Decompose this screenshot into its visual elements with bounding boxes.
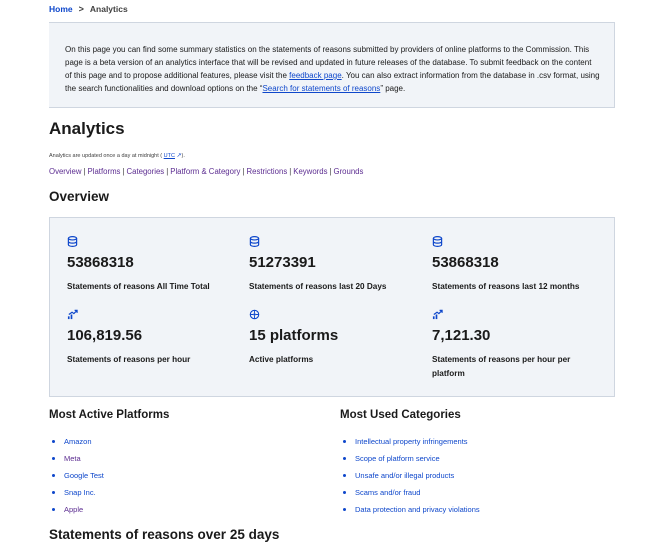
stat-value: 51273391 [249,254,316,271]
list-item: Scams and/or fraud [340,484,480,501]
analytics-nav: Overview | Platforms | Categories | Platform &… [49,167,364,176]
nav-categories[interactable]: Categories [127,167,165,176]
nav-overview[interactable]: Overview [49,167,82,176]
update-note-suffix: ). [181,153,185,159]
network-icon [249,309,260,320]
stat-per-hour-per-platform: 7,121.30 Statements of reasons per hour … [432,309,602,378]
trending-up-icon [432,309,443,320]
category-link-scope[interactable]: Scope of platform service [355,454,440,463]
notice-text-after: ” page. [380,84,406,93]
bullet [343,491,346,494]
overview-heading: Overview [49,189,110,204]
database-icon [249,236,260,247]
list-item: Data protection and privacy violations [340,501,480,518]
most-used-categories-list: Intellectual property infringements Scop… [340,433,480,518]
platform-link-amazon[interactable]: Amazon [64,437,92,446]
bullet [343,457,346,460]
list-item: Snap Inc. [49,484,104,501]
list-item: Google Test [49,467,104,484]
most-used-categories-heading: Most Used Categories [340,409,461,421]
list-item: Meta [49,450,104,467]
breadcrumb: Home > Analytics [49,4,128,14]
bullet [52,508,55,511]
trending-up-icon [67,309,78,320]
stat-value: 15 platforms [249,327,339,344]
bullet [343,508,346,511]
bullet [343,474,346,477]
update-note-prefix: Analytics are updated once a day at midn… [49,153,163,159]
list-item: Scope of platform service [340,450,480,467]
utc-link[interactable]: UTC [164,153,175,159]
stat-label: Statements of reasons per hour [67,355,191,364]
stat-value: 53868318 [432,254,499,271]
breadcrumb-current: Analytics [89,4,128,14]
over-25-days-heading: Statements of reasons over 25 days [49,527,280,542]
feedback-page-link[interactable]: feedback page [289,71,342,80]
bullet [52,457,55,460]
nav-platforms[interactable]: Platforms [88,167,121,176]
stat-label: Statements of reasons last 12 months [432,282,580,291]
database-icon [432,236,443,247]
nav-platform-category[interactable]: Platform & Category [170,167,240,176]
list-item: Amazon [49,433,104,450]
stat-label: Statements of reasons All Time Total [67,282,210,291]
breadcrumb-home-link[interactable]: Home [49,4,73,14]
platform-link-snap[interactable]: Snap Inc. [64,488,96,497]
nav-keywords[interactable]: Keywords [293,167,327,176]
category-link-scams[interactable]: Scams and/or fraud [355,488,420,497]
stat-label: Active platforms [249,355,314,364]
list-item: Unsafe and/or illegal products [340,467,480,484]
nav-grounds[interactable]: Grounds [334,167,364,176]
list-item: Intellectual property infringements [340,433,480,450]
database-icon [67,236,78,247]
stat-label: Statements of reasons per hour per platf… [432,355,571,378]
stat-last-20-days: 51273391 Statements of reasons last 20 D… [249,236,419,291]
platform-link-google-test[interactable]: Google Test [64,471,104,480]
page-title: Analytics [49,119,125,138]
stat-per-hour: 106,819.56 Statements of reasons per hou… [67,309,237,364]
overview-stats-panel: 53868318 Statements of reasons All Time … [49,217,615,397]
most-active-platforms-list: Amazon Meta Google Test Snap Inc. Apple [49,433,104,518]
nav-restrictions[interactable]: Restrictions [246,167,287,176]
bullet [343,440,346,443]
category-link-data-protection[interactable]: Data protection and privacy violations [355,505,480,514]
stat-value: 7,121.30 [432,327,491,344]
list-item: Apple [49,501,104,518]
bullet [52,440,55,443]
search-statements-link[interactable]: Search for statements of reasons [262,84,380,93]
platform-link-apple[interactable]: Apple [64,505,83,514]
stat-total: 53868318 Statements of reasons All Time … [67,236,237,291]
bullet [52,491,55,494]
category-link-unsafe-products[interactable]: Unsafe and/or illegal products [355,471,454,480]
stat-label: Statements of reasons last 20 Days [249,282,387,291]
stat-active-platforms: 15 platforms Active platforms [249,309,419,364]
bullet [52,474,55,477]
stat-last-12-months: 53868318 Statements of reasons last 12 m… [432,236,602,291]
update-note: Analytics are updated once a day at midn… [49,152,185,159]
stat-value: 106,819.56 [67,327,143,344]
category-link-ip-infringements[interactable]: Intellectual property infringements [355,437,468,446]
breadcrumb-separator: > [78,4,84,14]
stat-value: 53868318 [67,254,134,271]
beta-notice: On this page you can find some summary s… [49,22,615,108]
platform-link-meta[interactable]: Meta [64,454,81,463]
most-active-platforms-heading: Most Active Platforms [49,409,170,421]
